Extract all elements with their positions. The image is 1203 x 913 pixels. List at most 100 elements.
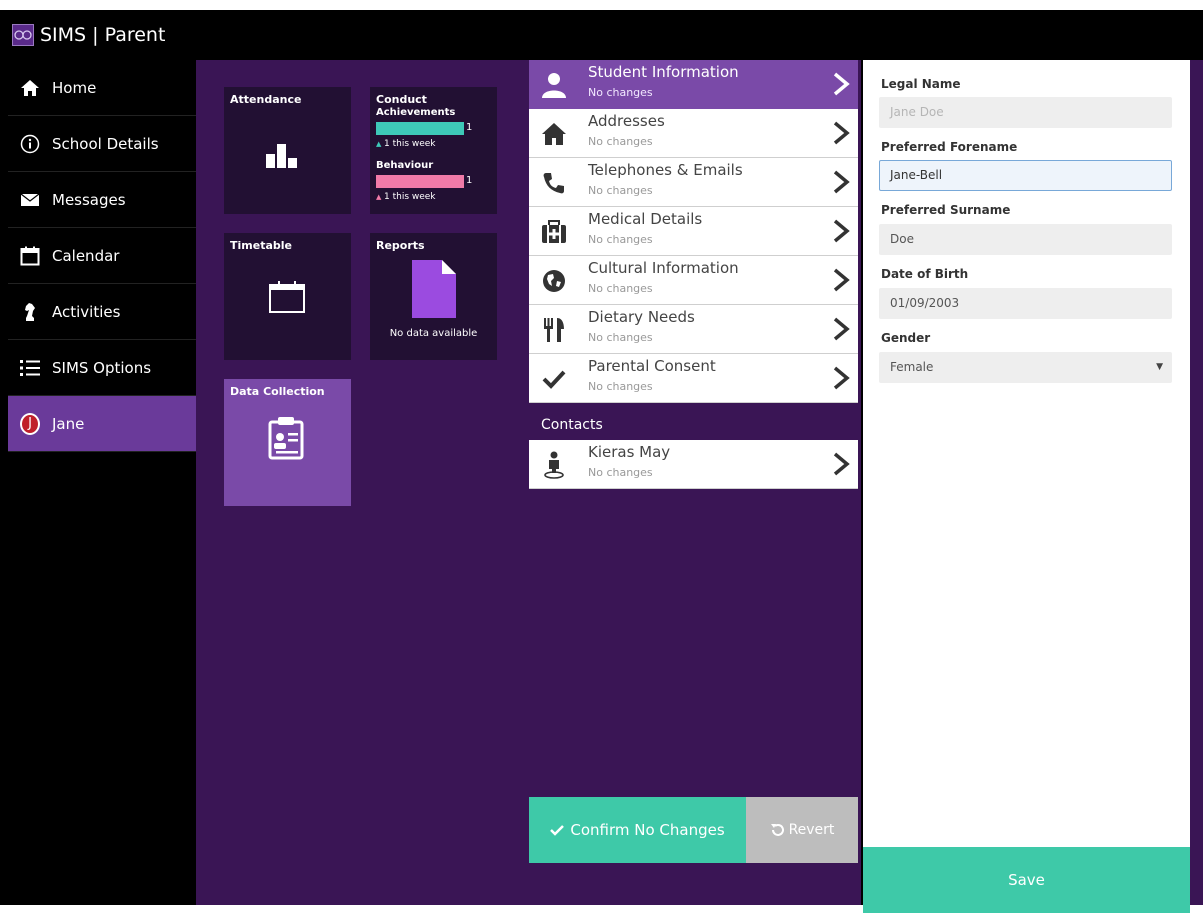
list-item-student-information[interactable]: Student Information No changes [529, 60, 858, 109]
medical-kit-icon [541, 219, 567, 245]
sidebar-item-label: School Details [52, 134, 159, 153]
info-icon [20, 134, 40, 154]
document-icon [412, 260, 456, 322]
sidebar-item-sims-options[interactable]: SIMS Options [8, 340, 196, 396]
preferred-surname-input[interactable]: Doe [879, 224, 1172, 255]
checkmark-icon [550, 824, 565, 836]
chevron-right-icon [832, 219, 850, 243]
sidebar-item-label: Jane [52, 414, 85, 433]
sidebar: Home School Details Messages Calendar Ac… [8, 60, 196, 905]
chevron-right-icon [832, 170, 850, 194]
sidebar-item-home[interactable]: Home [8, 60, 196, 116]
form-side-strip [1190, 60, 1203, 905]
sidebar-item-label: Calendar [52, 246, 120, 265]
list-item-title: Dietary Needs [588, 308, 695, 326]
chevron-right-icon [832, 366, 850, 390]
chevron-right-icon [832, 317, 850, 341]
list-item-contact-kieras-may[interactable]: Kieras May No changes [529, 440, 858, 489]
list-item-dietary-needs[interactable]: Dietary Needs No changes [529, 305, 858, 354]
list-item-title: Addresses [588, 112, 665, 130]
chevron-down-icon: ▼ [1156, 362, 1163, 372]
tile-title: Data Collection [230, 385, 325, 398]
bar-chart-icon [266, 144, 306, 172]
date-of-birth-input[interactable]: 01/09/2003 [879, 288, 1172, 319]
preferred-surname-label: Preferred Surname [881, 203, 1011, 217]
behaviour-count: 1 [466, 175, 473, 186]
contacts-header: Contacts [541, 417, 603, 433]
sidebar-item-jane[interactable]: J Jane [8, 396, 196, 452]
envelope-icon [20, 190, 40, 210]
list-item-cultural-information[interactable]: Cultural Information No changes [529, 256, 858, 305]
tile-title: Timetable [230, 239, 292, 252]
date-of-birth-label: Date of Birth [881, 267, 969, 281]
person-pin-icon [541, 451, 567, 479]
checkmark-icon [541, 366, 567, 392]
revert-label: Revert [788, 822, 835, 838]
list-item-parental-consent[interactable]: Parental Consent No changes [529, 354, 858, 403]
tile-title: Conduct [376, 93, 427, 106]
chevron-right-icon [832, 268, 850, 292]
sidebar-item-label: SIMS Options [52, 358, 152, 377]
chevron-right-icon [832, 72, 850, 96]
list-item-title: Student Information [588, 63, 739, 81]
top-bar: SIMS | Parent [0, 10, 1203, 60]
sidebar-item-label: Messages [52, 190, 126, 209]
reports-empty-text: No data available [389, 328, 478, 339]
list-item-telephones-emails[interactable]: Telephones & Emails No changes [529, 158, 858, 207]
house-icon [541, 121, 567, 147]
sims-logo-icon [12, 24, 34, 46]
sidebar-item-label: Home [52, 78, 97, 97]
avatar: J [20, 412, 40, 435]
list-item-subtitle: No changes [588, 233, 653, 246]
revert-button[interactable]: Revert [746, 797, 858, 863]
list-item-title: Medical Details [588, 210, 703, 228]
preferred-forename-input[interactable]: Jane-Bell [879, 160, 1172, 191]
list-item-subtitle: No changes [588, 184, 653, 197]
sidebar-item-messages[interactable]: Messages [8, 172, 196, 228]
confirm-label: Confirm No Changes [570, 821, 725, 839]
app-frame: SIMS | Parent Home School Details Messag… [0, 10, 1203, 913]
list-item-subtitle: No changes [588, 282, 653, 295]
tile-timetable[interactable]: Timetable [224, 233, 351, 360]
calendar-icon [20, 246, 40, 266]
list-item-title: Kieras May [588, 443, 671, 461]
achievements-count: 1 [466, 122, 473, 133]
gender-select[interactable]: Female ▼ [879, 352, 1172, 383]
list-item-subtitle: No changes [588, 466, 653, 479]
user-icon [541, 72, 567, 98]
avatar-initial: J [20, 412, 40, 435]
tile-reports[interactable]: Reports No data available [370, 233, 497, 360]
behaviour-bar [376, 175, 464, 188]
tile-data-collection[interactable]: Data Collection [224, 379, 351, 506]
behaviour-label: Behaviour [376, 160, 434, 171]
tile-title: Reports [376, 239, 425, 252]
gender-label: Gender [881, 331, 931, 345]
tile-title: Attendance [230, 93, 302, 106]
undo-icon [770, 823, 784, 837]
cutlery-icon [541, 317, 567, 343]
gender-value: Female [890, 360, 934, 374]
sidebar-item-label: Activities [52, 302, 121, 321]
save-button[interactable]: Save [863, 847, 1190, 913]
calendar-icon [269, 281, 305, 317]
list-item-subtitle: No changes [588, 135, 653, 148]
legal-name-label: Legal Name [881, 77, 961, 91]
clipboard-icon [268, 416, 304, 464]
confirm-no-changes-button[interactable]: Confirm No Changes [529, 797, 746, 863]
tile-attendance[interactable]: Attendance [224, 87, 351, 214]
list-icon [20, 358, 40, 378]
sidebar-item-calendar[interactable]: Calendar [8, 228, 196, 284]
sidebar-item-activities[interactable]: Activities [8, 284, 196, 340]
sidebar-item-school-details[interactable]: School Details [8, 116, 196, 172]
legal-name-field: Jane Doe [879, 97, 1172, 128]
student-information-form: Legal Name Jane Doe Preferred Forename J… [863, 60, 1190, 913]
achievements-label: Achievements [376, 107, 456, 118]
list-item-subtitle: No changes [588, 331, 653, 344]
list-item-medical-details[interactable]: Medical Details No changes [529, 207, 858, 256]
tile-conduct[interactable]: Conduct Achievements 1 ▲ 1 this week Beh… [370, 87, 497, 214]
phone-icon [541, 170, 567, 196]
list-item-title: Parental Consent [588, 357, 716, 375]
trend-up-icon: ▲ [376, 193, 382, 201]
list-item-title: Cultural Information [588, 259, 739, 277]
list-item-addresses[interactable]: Addresses No changes [529, 109, 858, 158]
